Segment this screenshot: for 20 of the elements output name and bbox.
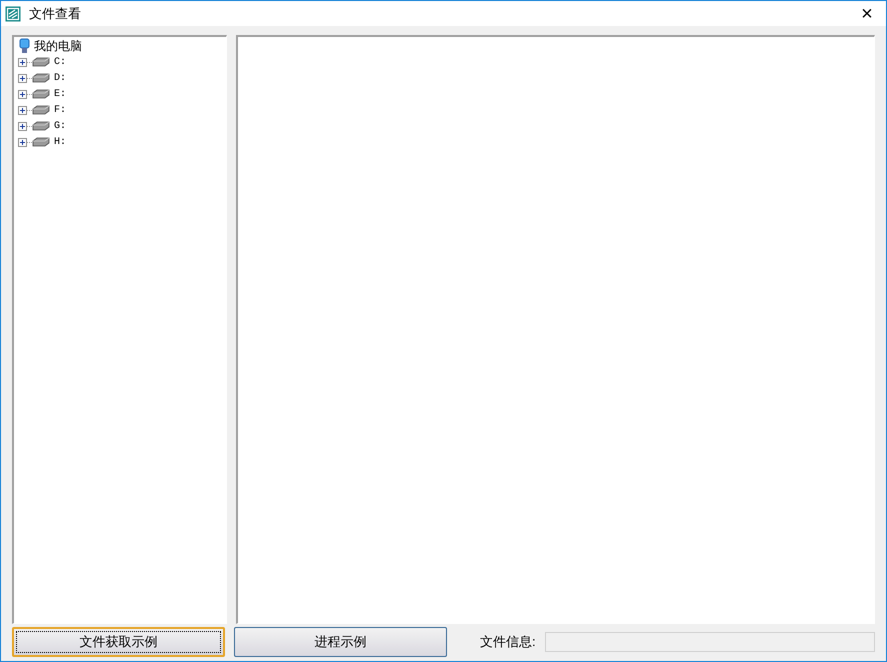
expand-icon[interactable] [18,90,27,98]
tree-item[interactable]: 我的电脑 [34,37,82,55]
tree-item[interactable]: D: [54,70,66,86]
tree-item[interactable]: G: [54,118,66,134]
tree-item[interactable]: H: [54,134,66,150]
close-button[interactable]: × [852,2,882,26]
expand-icon[interactable] [18,138,27,146]
tree-item[interactable]: C: [54,54,66,70]
expand-icon[interactable] [18,106,27,114]
tree-item[interactable]: E: [54,86,66,102]
action-button[interactable]: 文件获取示例 [12,627,225,657]
action-button[interactable]: 进程示例 [234,627,447,657]
window-title: 文件查看 [29,4,82,23]
computer-icon [18,38,31,54]
expand-icon[interactable] [18,74,27,82]
expand-icon[interactable] [18,122,27,130]
file-info-label: 文件信息: [480,633,536,652]
tree-item[interactable]: F: [54,102,66,118]
expand-icon[interactable] [18,58,27,66]
app-icon [5,6,21,22]
